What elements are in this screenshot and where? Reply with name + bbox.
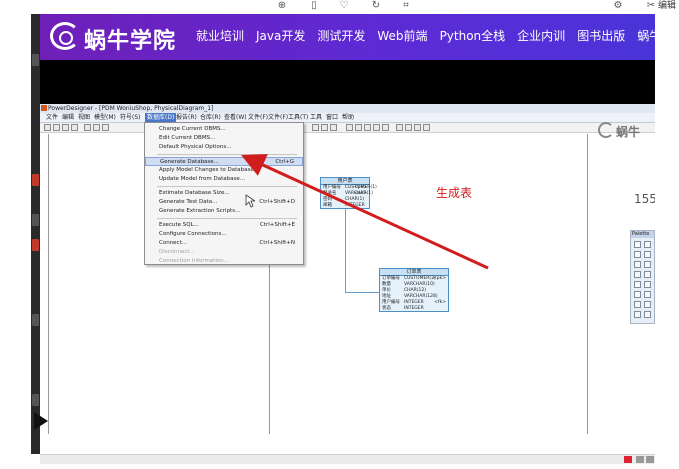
tray-icon[interactable] (624, 456, 632, 463)
play-icon[interactable] (34, 412, 48, 430)
tray-icon[interactable] (646, 456, 654, 463)
tray-icon[interactable] (636, 456, 644, 463)
screen: ⊕ ▯ ♡ ↻ ⌗ ⚙ ✂ 编辑 蜗牛学院 就业培训 Java开发 测试开发 W… (0, 0, 679, 469)
annotation-label: 生成表 (436, 186, 473, 200)
taskbar (40, 454, 655, 464)
annotation-arrow (241, 154, 489, 270)
